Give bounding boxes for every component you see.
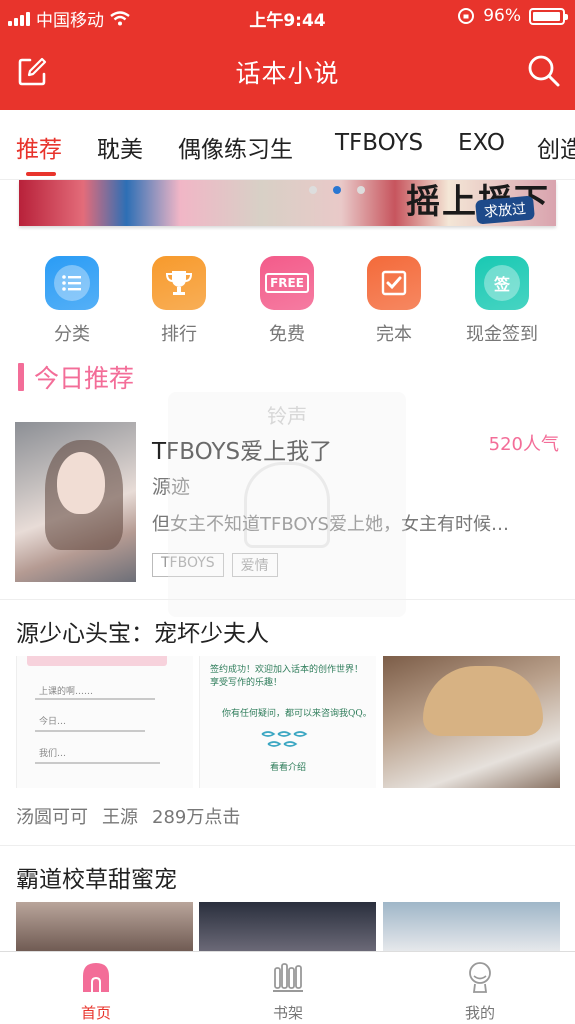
story-note-image: 上课的啊…… 今日… 我们…: [16, 656, 193, 788]
top-bar: 中国移动 上午9:44 96% 话本小说: [0, 0, 575, 110]
check-book-icon: [367, 256, 421, 310]
active-tab-indicator: [26, 172, 56, 176]
battery-percent: 96%: [483, 6, 521, 26]
note-text: 我们…: [39, 749, 67, 759]
tab-recommend[interactable]: 推荐: [16, 130, 62, 164]
free-badge: FREE: [265, 273, 309, 293]
book-block-2[interactable]: 源少心头宝：宠坏少夫人 上课的啊…… 今日… 我们… 签约成功！欢迎加入话本的创…: [0, 600, 575, 846]
home-icon: [83, 963, 109, 992]
app-title: 话本小说: [235, 59, 340, 88]
quick-link-cash-signin[interactable]: 签 现金签到: [457, 250, 547, 346]
note-text: 今日…: [39, 717, 67, 727]
nav-label: 我的: [464, 1004, 495, 1022]
fish-doodle: [261, 731, 308, 747]
trophy-icon: [152, 256, 206, 310]
nav-label: 首页: [80, 1004, 111, 1022]
note-text: 签约成功！欢迎加入话本的创作世界！享受写作的乐趣！: [210, 665, 364, 688]
click-count: 289万点击: [152, 807, 241, 828]
block-meta: 汤圆可可 王源 289万点击: [16, 803, 240, 829]
tab-idol-trainee[interactable]: 偶像练习生: [178, 130, 293, 164]
book-photo: [383, 902, 560, 952]
rotation-lock-icon: [458, 8, 475, 24]
quick-link-ranking[interactable]: 排行: [134, 250, 224, 346]
list-icon: [45, 256, 99, 310]
quick-link-label: 排行: [161, 324, 197, 345]
story-note-image: 签约成功！欢迎加入话本的创作世界！享受写作的乐趣！ 你有任何疑问，都可以来咨询我…: [199, 656, 376, 788]
nav-profile[interactable]: 我的: [420, 960, 540, 1023]
author-name: 王源: [102, 807, 138, 828]
sign-in-icon: 签: [475, 256, 529, 310]
category-tabs: 推荐 耽美 偶像练习生 TFBOYS EXO 创造: [0, 110, 575, 180]
ringtone-overlay: 铃声: [168, 392, 406, 617]
bell-icon: [244, 462, 330, 548]
banner-dot-active: [333, 186, 341, 194]
note-text: 上课的啊……: [39, 687, 94, 697]
book-popularity: 520人气: [488, 434, 559, 455]
bottom-navigation: 首页 书架 我的: [0, 951, 575, 1024]
bookshelf-icon: [273, 963, 303, 992]
block-title: 霸道校草甜蜜宠: [16, 867, 177, 893]
section-accent-bar: [18, 363, 24, 391]
quick-link-label: 分类: [54, 324, 90, 345]
book-photo: [199, 902, 376, 952]
banner-dot: [357, 186, 365, 194]
book-photo: [16, 902, 193, 952]
quick-link-category[interactable]: 分类: [27, 250, 117, 346]
nav-bookshelf[interactable]: 书架: [228, 960, 348, 1023]
block-title: 源少心头宝：宠坏少夫人: [16, 621, 269, 647]
quick-link-label: 免费: [269, 324, 305, 345]
tab-tfboys[interactable]: TFBOYS: [335, 130, 423, 156]
profile-icon: [469, 962, 491, 993]
book-block-3[interactable]: 霸道校草甜蜜宠: [0, 846, 575, 952]
banner-stamp: 求放过: [475, 195, 535, 225]
banner-dot: [309, 186, 317, 194]
free-tag-icon: FREE: [260, 256, 314, 310]
book-photo: [383, 656, 560, 788]
note-text: 你有任何疑问，都可以来咨询我QQ。: [222, 709, 372, 719]
quick-link-complete[interactable]: 完本: [349, 250, 439, 346]
battery-fill: [533, 11, 560, 21]
battery-icon: [529, 7, 568, 25]
quick-link-free[interactable]: FREE 免费: [242, 250, 332, 346]
quick-links: 分类 排行 FREE 免费 完本 签 现金签到: [0, 250, 575, 350]
search-icon[interactable]: [527, 54, 561, 88]
overlay-text: 铃声: [267, 404, 307, 428]
nav-label: 书架: [272, 1004, 303, 1022]
promo-banner[interactable]: 摇上摇下 求放过: [19, 180, 556, 226]
signin-badge: 签: [484, 265, 520, 301]
author-name: 汤圆可可: [16, 807, 88, 828]
book-cover-image: [15, 422, 136, 582]
status-bar: 中国移动 上午9:44 96%: [0, 0, 575, 32]
section-heading: 今日推荐: [18, 362, 135, 393]
nav-home[interactable]: 首页: [36, 960, 156, 1023]
tab-create[interactable]: 创造: [537, 130, 575, 164]
tab-exo[interactable]: EXO: [458, 130, 505, 156]
tab-danmei[interactable]: 耽美: [97, 130, 143, 164]
note-text: 看看介绍: [270, 763, 307, 773]
quick-link-label: 现金签到: [466, 324, 538, 345]
quick-link-label: 完本: [376, 324, 412, 345]
section-title: 今日推荐: [34, 364, 135, 393]
app-header: 话本小说: [0, 32, 575, 110]
